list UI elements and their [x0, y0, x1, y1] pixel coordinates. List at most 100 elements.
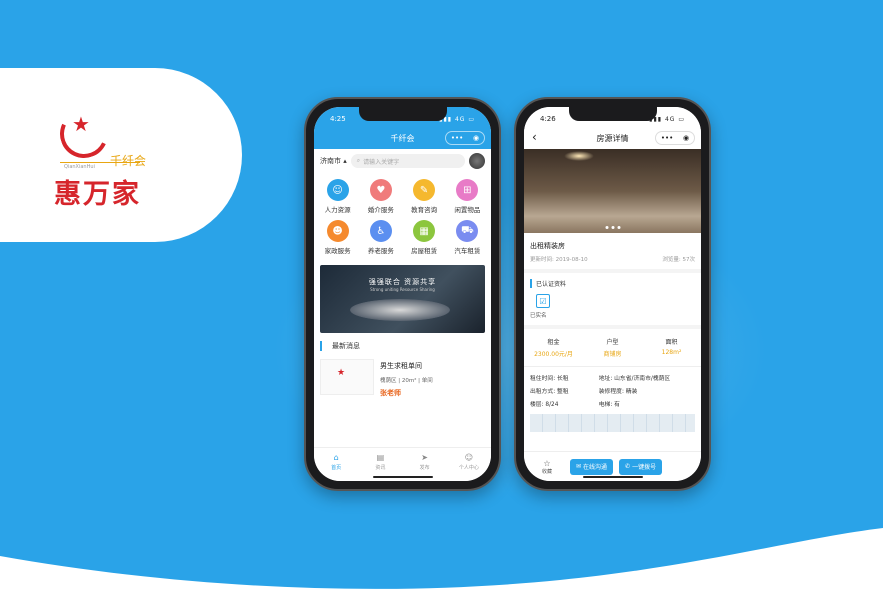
- detail-screen: 4:26 ▮▮▮ 4G ▭ ‹ 房源详情 ••• ◉ 出租精装房 更新时间: 2…: [524, 107, 701, 481]
- tab-label: 发布: [419, 465, 430, 471]
- listing-room: 单间: [421, 378, 433, 384]
- logo-card: ★ 千纤会 QianXianHui 惠万家: [0, 68, 242, 242]
- nav-bar: ‹ 房源详情 ••• ◉: [524, 127, 701, 149]
- tab-label: 资讯: [375, 465, 386, 471]
- spec-key: 租金: [547, 339, 560, 346]
- car-icon: ⛟: [456, 220, 479, 242]
- service-label: 婚介服务: [367, 206, 394, 214]
- nav-bar: 千纤会 ••• ◉: [314, 127, 491, 149]
- city-label: 济南市: [320, 157, 341, 165]
- listing-district: 槐荫区: [380, 378, 397, 384]
- property-item: 楼层: 8/24: [530, 402, 559, 408]
- call-button[interactable]: ✆ 一键拨号: [619, 458, 663, 475]
- service-item[interactable]: ☺ 人力资源: [316, 179, 359, 214]
- favorite-button[interactable]: ☆ 收藏: [530, 459, 564, 475]
- status-time: 4:25: [330, 115, 346, 123]
- service-label: 人力资源: [324, 206, 351, 214]
- logo-star-icon: ★: [72, 112, 90, 136]
- home-indicator: [372, 476, 433, 478]
- spec-item: 租金 2300.00元/月: [524, 337, 583, 358]
- mini-capsule: ••• ◉: [445, 131, 485, 145]
- close-icon[interactable]: ◉: [683, 134, 689, 142]
- search-placeholder: 请输入关键字: [363, 158, 400, 166]
- house-title: 出租精装房: [530, 242, 565, 250]
- service-label: 家政服务: [324, 247, 351, 255]
- banner-subtitle: Strong uniting Resource Sharing: [370, 287, 435, 292]
- listing-area: 20m²: [401, 378, 417, 384]
- house-meta: 更新时间: 2019-08-10 浏览量: 57次: [524, 253, 701, 273]
- property-item: 地址: 山东省/济南市/槐荫区: [598, 376, 671, 382]
- cert-label: 已实名: [530, 313, 547, 319]
- service-grid: ☺ 人力资源 ♥ 婚介服务 ✎ 教育咨询 ⊞ 闲置物品 ☻ 家政服务 ♿ 养老服务 ▦ 房屋租赁 ⛟ 汽车租赁: [314, 173, 491, 261]
- service-item[interactable]: ⛟ 汽车租赁: [446, 220, 489, 255]
- property-item: 出租方式: 整租: [530, 389, 569, 395]
- page-title: 千纤会: [390, 133, 415, 143]
- city-select[interactable]: 济南市 ▴: [320, 156, 347, 166]
- tab-item[interactable]: ⌂ 首页: [314, 448, 358, 481]
- house-photo[interactable]: [524, 149, 701, 233]
- cart-icon: ⊞: [456, 179, 479, 201]
- tab-item[interactable]: ☺ 个人中心: [447, 448, 491, 481]
- service-item[interactable]: ✎ 教育咨询: [403, 179, 446, 214]
- elder-icon: ♿: [369, 220, 392, 242]
- close-icon[interactable]: ◉: [473, 134, 479, 142]
- logo-line: [60, 162, 140, 163]
- network-label: 4G: [454, 115, 466, 123]
- search-input[interactable]: ⌕ 请输入关键字: [350, 154, 465, 168]
- spec-value: 128m²: [661, 349, 682, 356]
- more-icon[interactable]: •••: [661, 134, 673, 142]
- property-item: 租住时间: 长租: [530, 376, 569, 382]
- network-label: 4G: [664, 115, 676, 123]
- service-item[interactable]: ▦ 房屋租赁: [403, 220, 446, 255]
- spec-value: 2300.00元/月: [534, 351, 573, 358]
- favorite-label: 收藏: [541, 468, 552, 475]
- service-label: 教育咨询: [411, 206, 438, 214]
- property-item: 电梯: 有: [598, 402, 620, 408]
- banner-title: 强强联合 资源共享: [368, 278, 437, 286]
- send-icon: ➤: [421, 453, 428, 462]
- handshake-image: [350, 299, 450, 321]
- chat-button[interactable]: ✉ 在线沟通: [570, 458, 614, 475]
- banner[interactable]: 强强联合 资源共享 Strong uniting Resource Sharin…: [320, 265, 485, 333]
- listing-owner: 张老师: [380, 389, 401, 397]
- tab-label: 首页: [331, 465, 342, 471]
- phone-detail: 4:26 ▮▮▮ 4G ▭ ‹ 房源详情 ••• ◉ 出租精装房 更新时间: 2…: [514, 97, 711, 491]
- message-icon: ▤: [376, 453, 385, 462]
- list-item[interactable]: ★ 男生求租单间 槐荫区 | 20m² | 单间 张老师: [314, 351, 491, 406]
- more-icon[interactable]: •••: [451, 134, 463, 142]
- property-item: 装修程度: 精装: [598, 389, 638, 395]
- search-row: 济南市 ▴ ⌕ 请输入关键字: [314, 149, 491, 173]
- home-screen: 4:25 ▮▮▮ 4G ▭ 千纤会 ••• ◉ 济南市 ▴ ⌕ 请输入关键字 ☺…: [314, 107, 491, 481]
- chat-icon: ✉: [576, 463, 582, 470]
- user-icon: ☺: [464, 453, 474, 462]
- carousel-dots: [605, 226, 620, 229]
- service-item[interactable]: ☻ 家政服务: [316, 220, 359, 255]
- spec-item: 户型 商铺房: [583, 337, 642, 358]
- phone-icon: ✆: [625, 463, 631, 470]
- logo-small-text: 千纤会: [110, 154, 147, 168]
- phone-home: 4:25 ▮▮▮ 4G ▭ 千纤会 ••• ◉ 济南市 ▴ ⌕ 请输入关键字 ☺…: [304, 97, 501, 491]
- service-label: 房屋租赁: [411, 247, 438, 255]
- back-icon[interactable]: ‹: [532, 130, 537, 144]
- chat-icon: ✎: [413, 179, 436, 201]
- service-item[interactable]: ⊞ 闲置物品: [446, 179, 489, 214]
- avatar[interactable]: [469, 153, 485, 169]
- chandelier: [564, 151, 594, 161]
- cert-section: 已认证资料 ☑ 已实名: [524, 273, 701, 329]
- service-item[interactable]: ♿ 养老服务: [359, 220, 402, 255]
- service-label: 养老服务: [367, 247, 394, 255]
- listing-meta: 槐荫区 | 20m² | 单间: [380, 378, 433, 384]
- service-item[interactable]: ♥ 婚介服务: [359, 179, 402, 214]
- id-card-icon: ☑: [536, 294, 550, 308]
- listing-title: 男生求租单间: [380, 362, 422, 370]
- service-label: 汽车租赁: [454, 247, 481, 255]
- spec-key: 面积: [665, 339, 678, 346]
- map-preview[interactable]: [530, 414, 695, 432]
- property-list: 租住时间: 长租 地址: 山东省/济南市/槐荫区出租方式: 整租 装修程度: 精装楼…: [524, 367, 701, 414]
- updated-time: 更新时间: 2019-08-10: [530, 257, 588, 263]
- person-icon: ☺: [326, 179, 349, 201]
- spec-value: 商铺房: [603, 351, 622, 358]
- logo-brand-text: 惠万家: [54, 179, 141, 210]
- view-count: 浏览量: 57次: [662, 257, 695, 263]
- logo-english-text: QianXianHui: [64, 164, 95, 170]
